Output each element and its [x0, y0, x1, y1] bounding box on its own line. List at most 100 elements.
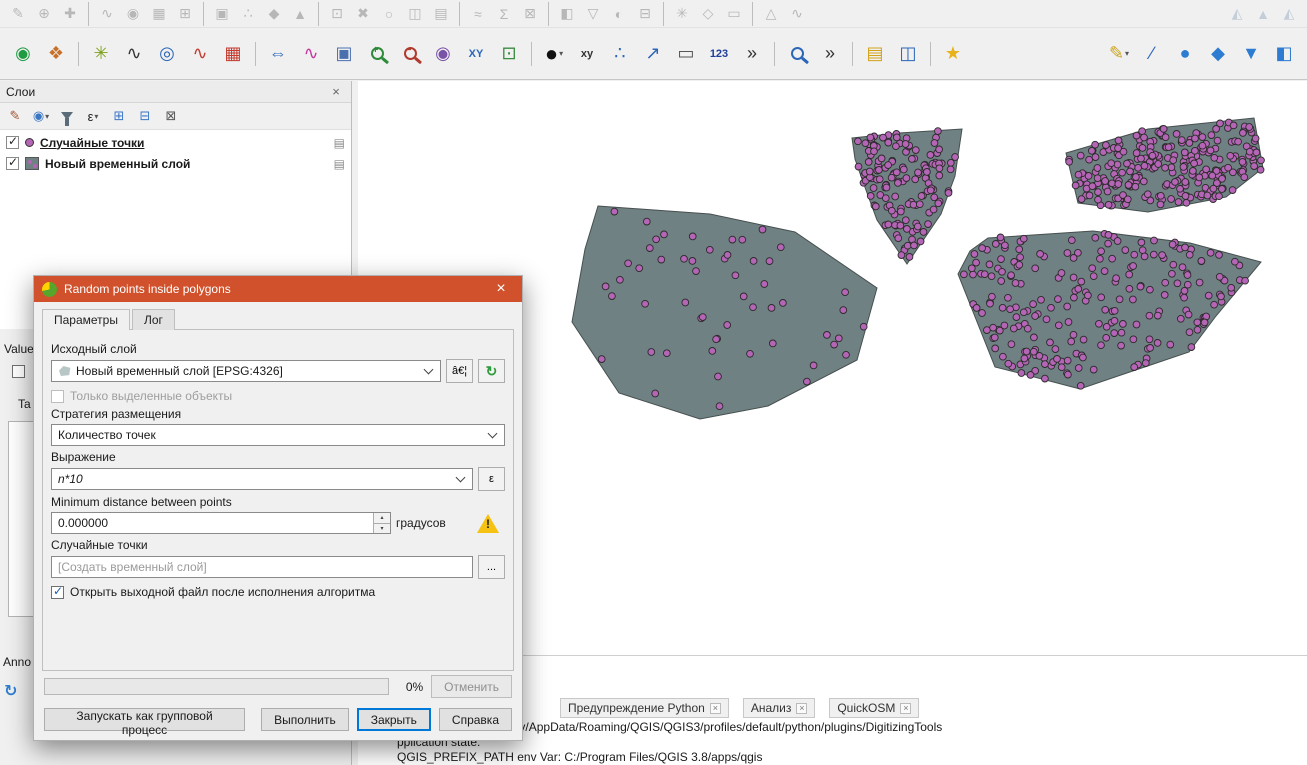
blue-half-square-tool-icon[interactable]: ◧	[1269, 38, 1299, 70]
run-button[interactable]: Выполнить	[261, 708, 349, 731]
digitize-pencil-icon[interactable]: ✎▾	[1104, 38, 1134, 70]
zoom-out-icon[interactable]	[395, 38, 425, 70]
inactive-tool-icon: ✖	[351, 2, 375, 26]
layer-checkbox[interactable]: ✓	[6, 157, 19, 170]
min-distance-input[interactable]: 0.000000 ▴▾	[51, 512, 391, 534]
help-button[interactable]: Справка	[439, 708, 512, 731]
layer-label[interactable]: Новый временный слой	[45, 157, 190, 171]
zoom-in-icon[interactable]	[362, 38, 392, 70]
measure-icon[interactable]: ▭	[671, 38, 701, 70]
search-icon[interactable]	[782, 38, 812, 70]
log-tab-2[interactable]: QuickOSM×	[829, 698, 919, 718]
favorites-star-icon[interactable]: ★	[938, 38, 968, 70]
inactive-tool-icon: ◫	[403, 2, 427, 26]
tab-parameters[interactable]: Параметры	[42, 309, 130, 330]
refresh-icon[interactable]: ↻	[4, 681, 17, 701]
map-themes-icon[interactable]: ◉▾	[30, 105, 52, 127]
strategy-value: Количество точек	[58, 428, 483, 442]
checkbox-box: ✓	[51, 586, 64, 599]
expand-all-icon[interactable]: ⊞	[108, 105, 130, 127]
map-polygon	[572, 206, 877, 419]
batch-button[interactable]: Запускать как групповой процесс	[44, 708, 245, 731]
advanced-options-button[interactable]: â€¦	[446, 359, 473, 383]
partial-checkbox[interactable]	[12, 365, 25, 378]
xy-point-icon[interactable]: xy	[572, 38, 602, 70]
dialog-close-icon[interactable]: ×	[480, 276, 522, 302]
spin-down-icon[interactable]: ▾	[374, 524, 390, 534]
blue-circle-tool-icon[interactable]: ●	[1170, 38, 1200, 70]
blue-funnel-tool-icon[interactable]: ▼	[1236, 38, 1266, 70]
polygon-symbol-icon[interactable]	[25, 157, 39, 170]
dialog-titlebar[interactable]: Random points inside polygons ×	[34, 276, 522, 302]
source-layer-combo[interactable]: Новый временный слой [EPSG:4326]	[51, 360, 441, 382]
strategy-combo[interactable]: Количество точек	[51, 424, 505, 446]
spinner-buttons[interactable]: ▴▾	[373, 513, 390, 533]
toolbar-extension-icon-2[interactable]: »	[815, 38, 845, 70]
inactive-tool-icon: ◐	[607, 2, 631, 26]
close-tab-icon[interactable]: ×	[710, 703, 721, 714]
coordinate-capture-icon[interactable]: XY	[461, 38, 491, 70]
styling-dock-icon[interactable]: ✎	[4, 105, 26, 127]
inactive-tool-icon: ▦	[147, 2, 171, 26]
close-button[interactable]: Закрыть	[357, 708, 431, 731]
iterate-button[interactable]: ↻	[478, 359, 505, 383]
point-symbol-icon[interactable]	[25, 138, 34, 147]
log-tab-0[interactable]: Предупреждение Python ×	[560, 698, 729, 718]
browse-button[interactable]: ...	[478, 555, 505, 579]
close-panel-icon[interactable]: ×	[327, 84, 345, 100]
close-tab-icon[interactable]: ×	[900, 703, 911, 714]
collapse-all-icon[interactable]: ⊟	[134, 105, 156, 127]
iterate-icon: ↻	[486, 363, 498, 379]
toolbar-separator	[78, 42, 79, 66]
inactive-tool-icon: ⊠	[518, 2, 542, 26]
select-area-icon[interactable]: ⊡	[494, 38, 524, 70]
red-spline-icon[interactable]: ∿	[185, 38, 215, 70]
toolbar-extension-icon[interactable]: »	[737, 38, 767, 70]
open-after-checkbox[interactable]: ✓ Открыть выходной файл после исполнения…	[51, 585, 505, 599]
profile-tool-icon[interactable]: ∿	[119, 38, 149, 70]
plugin-tool-icon[interactable]: ✳	[86, 38, 116, 70]
qgis-app-icon[interactable]: ◉	[8, 38, 38, 70]
slash-tool-icon[interactable]: ∕	[1137, 38, 1167, 70]
style-manager-icon[interactable]: ❖	[41, 38, 71, 70]
remove-layer-icon[interactable]: ⊠	[160, 105, 182, 127]
layer-checkbox[interactable]: ✓	[6, 136, 19, 149]
dialog-footer: Запускать как групповой процесс Выполнит…	[34, 702, 522, 740]
tab-log[interactable]: Лог	[132, 309, 175, 330]
value-label: Value	[4, 342, 34, 356]
inactive-tool-icon: ◭	[1277, 2, 1301, 26]
copy-features-icon[interactable]: ▣	[329, 38, 359, 70]
output-file-input[interactable]: [Создать временный слой]	[51, 556, 473, 578]
layer-label[interactable]: Случайные точки	[40, 136, 144, 150]
expression-builder-button[interactable]: ε	[478, 467, 505, 491]
magenta-profile-icon[interactable]: ∿	[296, 38, 326, 70]
point-sample-icon[interactable]: ◎	[152, 38, 182, 70]
sum-123-icon[interactable]: 123	[704, 38, 734, 70]
dot-grid-icon[interactable]: ▦	[218, 38, 248, 70]
layers-panel-toolbar: ✎◉▾ ε▾⊞⊟⊠	[0, 103, 351, 129]
side-panel-icon[interactable]: ◫	[893, 38, 923, 70]
globe-mesh-icon[interactable]: ◉	[428, 38, 458, 70]
expression-combo[interactable]: n*10	[51, 468, 473, 490]
close-tab-icon[interactable]: ×	[796, 703, 807, 714]
filter-expression-icon[interactable]: ε▾	[82, 105, 104, 127]
toolbar-separator	[752, 2, 753, 26]
layer-item-temp-layer[interactable]: ✓Новый временный слой▤	[0, 153, 351, 174]
inactive-tool-icon: ⊡	[325, 2, 349, 26]
map-swipe-icon[interactable]: ⇔	[263, 38, 293, 70]
undock-panel-icon[interactable]	[306, 84, 324, 100]
toolbar-separator	[459, 2, 460, 26]
spin-up-icon[interactable]: ▴	[374, 513, 390, 524]
filter-legend-icon[interactable]	[56, 105, 78, 127]
points-path-icon[interactable]: ∴	[605, 38, 635, 70]
azimuth-icon[interactable]: ↗	[638, 38, 668, 70]
layer-item-random-points[interactable]: ✓Случайные точки▤	[0, 132, 351, 153]
expression-value: n*10	[58, 472, 451, 486]
log-tab-label: Предупреждение Python	[568, 701, 705, 715]
draw-circle-icon[interactable]: ●▾	[539, 38, 569, 70]
log-line: QGIS_PREFIX_PATH env Var: C:/Program Fil…	[371, 750, 942, 765]
log-tab-1[interactable]: Анализ×	[743, 698, 816, 718]
inactive-tool-icon: ◆	[262, 2, 286, 26]
layer-stack-icon[interactable]: ▤	[860, 38, 890, 70]
blue-pentagon-tool-icon[interactable]: ◆	[1203, 38, 1233, 70]
